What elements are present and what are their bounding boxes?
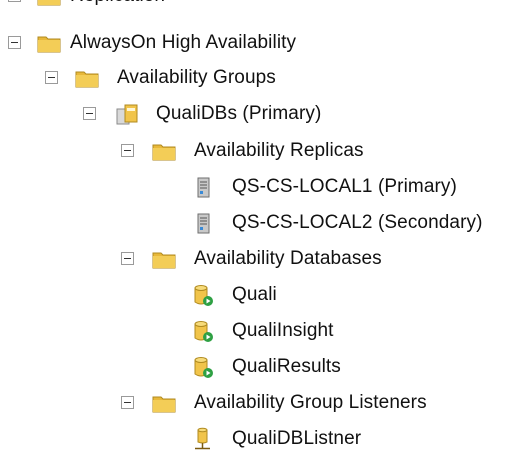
folder-icon [36,0,62,8]
folder-icon [36,31,62,55]
tree-node-replica[interactable]: QS-CS-LOCAL1 (Primary) [0,169,529,205]
expand-collapse-toggle[interactable] [8,36,21,49]
tree-node-label: Availability Groups [117,67,276,88]
tree-node-label: QS-CS-LOCAL2 (Secondary) [232,212,483,233]
tree-node-database[interactable]: QualiResults [0,349,529,385]
tree-node-label: Availability Replicas [194,140,364,161]
listener-icon [190,427,216,451]
expand-collapse-toggle[interactable] [121,396,134,409]
folder-icon [151,391,177,415]
tree-node-availability-databases[interactable]: Availability Databases [0,241,529,277]
folder-icon [151,247,177,271]
tree-node-label: Availability Databases [194,248,382,269]
tree-node-availability-replicas[interactable]: Availability Replicas [0,133,529,169]
expand-collapse-toggle[interactable] [121,252,134,265]
tree-node-label: Replication [70,0,165,8]
tree-node-label: AlwaysOn High Availability [70,32,297,53]
tree-node-alwayson[interactable]: AlwaysOn High Availability [0,25,529,61]
expand-collapse-toggle[interactable] [83,107,96,120]
tree-node-label: QS-CS-LOCAL1 (Primary) [232,176,457,197]
folder-icon [74,66,100,90]
tree-node-listener[interactable]: QualiDBListner [0,421,529,457]
tree-node-database[interactable]: QualiInsight [0,313,529,349]
tree-node-label: Quali [232,284,277,305]
tree-node-label: Availability Group Listeners [194,392,427,413]
server-icon [190,175,216,199]
database-icon [190,319,216,343]
tree-node-database[interactable]: Quali [0,277,529,313]
expand-collapse-toggle[interactable] [8,0,21,2]
tree-node-availability-group-listeners[interactable]: Availability Group Listeners [0,385,529,421]
tree-node-label: QualiDBs (Primary) [156,103,322,124]
availability-group-icon [114,102,140,126]
server-icon [190,211,216,235]
tree-node-replica[interactable]: QS-CS-LOCAL2 (Secondary) [0,205,529,241]
database-icon [190,283,216,307]
tree-node-replication[interactable]: Replication [0,0,529,14]
tree-node-label: QualiInsight [232,320,334,341]
database-icon [190,355,216,379]
expand-collapse-toggle[interactable] [45,71,58,84]
tree-node-label: QualiDBListner [232,428,362,449]
folder-icon [151,139,177,163]
expand-collapse-toggle[interactable] [121,144,134,157]
tree-node-label: QualiResults [232,356,341,377]
tree-node-availability-groups[interactable]: Availability Groups [0,60,529,96]
tree-node-availability-group[interactable]: QualiDBs (Primary) [0,96,529,132]
